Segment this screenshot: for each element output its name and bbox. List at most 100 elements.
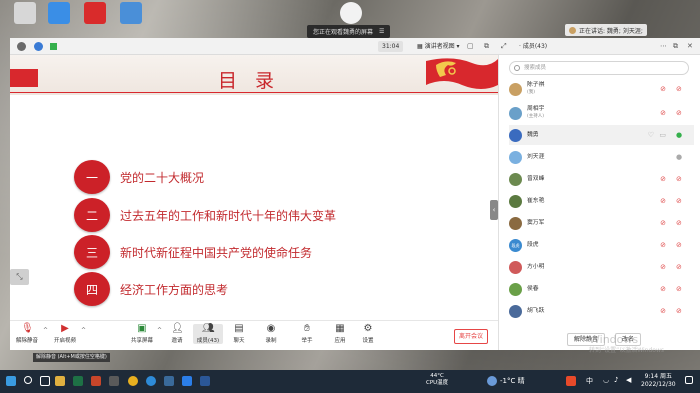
apps-button[interactable]: ▦ 应用 (325, 323, 355, 345)
sogou-icon[interactable] (566, 376, 576, 386)
camera-off-icon[interactable]: ⊘ (660, 109, 666, 117)
file-explorer-icon[interactable] (55, 376, 65, 386)
camera-off-icon[interactable]: ⊘ (660, 241, 666, 249)
unmute-button[interactable]: 🎙︎ 解除静音 (12, 324, 42, 345)
desktop-m-app-icon[interactable] (84, 2, 106, 24)
camera-off-icon[interactable]: ⊘ (660, 175, 666, 183)
camera-icon[interactable]: ▭ (659, 131, 666, 139)
member-row[interactable]: 魏勇 ♡ ▭ ● (509, 125, 694, 145)
mic-muted-icon[interactable]: ⊘ (676, 285, 682, 293)
agenda-text: 新时代新征程中国共产党的使命任务 (120, 245, 313, 260)
agenda-item: 三 新时代新征程中国共产党的使命任务 (74, 235, 312, 269)
apps-icon: ▦ (335, 323, 345, 334)
ime-indicator[interactable]: 中 (586, 376, 593, 386)
mic-on-icon[interactable]: ● (676, 131, 682, 139)
powerpoint-icon[interactable] (91, 376, 101, 386)
cpu-temperature: 44°C CPU温度 (426, 373, 448, 387)
share-screen-button[interactable]: ▣ 共享屏幕 (127, 324, 157, 345)
camera-off-icon[interactable]: ⊘ (660, 197, 666, 205)
camera-off-icon: ▶︎ (61, 323, 69, 334)
tencent-meeting-icon[interactable] (182, 376, 192, 386)
windows-taskbar: 44°C CPU温度 -1°C 晴 中 ◡ ♪ ◀ 9:14 周五 2022/12/… (0, 370, 700, 393)
desktop-feishu-icon[interactable] (48, 2, 70, 24)
apps-label: 应用 (334, 338, 346, 344)
member-name: 魏勇 (527, 131, 539, 138)
mic-muted-icon[interactable]: ⊘ (676, 307, 682, 315)
speaking-indicator: 正在讲话: 魏勇; 刘天涯; (565, 24, 647, 36)
meeting-topbar: 31:04 ▦ 演讲者视图 ▾ ▢ ⧉ ⤢ · 成员(43) ⋯ ⧉ ✕ (10, 38, 700, 55)
more-icon[interactable]: ⋯ (660, 42, 667, 51)
network-icon[interactable]: ◡ (603, 376, 609, 384)
member-row[interactable]: 胡飞跃 ⊘ ⊘ (509, 301, 694, 321)
mic-icon[interactable]: ● (676, 153, 682, 161)
mic-muted-icon[interactable]: ⊘ (676, 197, 682, 205)
task-view-icon[interactable] (40, 376, 50, 386)
chevron-up-icon[interactable]: ^ (81, 327, 86, 334)
camera-off-icon[interactable]: ⊘ (660, 263, 666, 271)
camera-off-icon[interactable]: ⊘ (660, 219, 666, 227)
record-label: 录制 (265, 338, 277, 344)
desktop-shortcut-icon[interactable]: ⤡ (10, 269, 29, 285)
chrome-icon[interactable] (128, 376, 138, 386)
search-icon[interactable] (24, 376, 32, 384)
member-row[interactable]: 刘天涯 ● (509, 147, 694, 167)
member-row[interactable]: 崔东艳 ⊘ ⊘ (509, 191, 694, 211)
member-row[interactable]: 陈子祺 (我) ⊘ ⊘ (509, 79, 694, 99)
close-panel-icon[interactable]: ✕ (687, 42, 693, 51)
member-name: 刘天涯 (527, 153, 545, 160)
record-button[interactable]: ◉ 录制 (256, 323, 286, 345)
mic-muted-icon[interactable]: ⊘ (676, 219, 682, 227)
desktop-qq-icon[interactable] (340, 2, 362, 24)
speaker-view-toggle[interactable]: ▦ 演讲者视图 ▾ (417, 41, 460, 52)
mic-muted-icon[interactable]: ⊘ (676, 109, 682, 117)
popout-icon[interactable]: ⧉ (673, 42, 678, 51)
mic-muted-icon[interactable]: ⊘ (676, 85, 682, 93)
chevron-up-icon[interactable]: ^ (43, 327, 48, 334)
word-icon[interactable] (200, 376, 210, 386)
desktop-app-icon[interactable] (14, 2, 36, 24)
app-icon[interactable] (109, 376, 119, 386)
shield-icon[interactable] (34, 42, 43, 51)
member-row[interactable]: 曾双峰 ⊘ ⊘ (509, 169, 694, 189)
member-search-input[interactable]: 搜索成员 (509, 61, 689, 75)
member-row[interactable]: 段虎 段虎 ⊘ ⊘ (509, 235, 694, 255)
record-icon: ◉ (266, 323, 276, 334)
edge-icon[interactable] (146, 376, 156, 386)
mic-muted-icon[interactable]: ⊘ (676, 241, 682, 249)
notification-icon[interactable] (685, 376, 693, 384)
mic-muted-icon[interactable]: ⊘ (676, 175, 682, 183)
start-video-button[interactable]: ▶︎ 开启视频 (50, 323, 80, 345)
agenda-item: 四 经济工作方面的思考 (74, 272, 228, 306)
member-avatar (509, 260, 522, 274)
fullscreen-icon[interactable]: ⤢ (501, 42, 507, 51)
windows-start-icon[interactable] (6, 376, 16, 386)
members-button[interactable]: 👥︎ 成员(43) (193, 324, 223, 344)
excel-icon[interactable] (73, 376, 83, 386)
camera-off-icon[interactable]: ⊘ (660, 285, 666, 293)
restore-icon[interactable]: ⧉ (484, 42, 489, 51)
volume-icon[interactable]: ♪ (614, 376, 618, 384)
agenda-item: 二 过去五年的工作和新时代十年的伟大变革 (74, 198, 336, 232)
member-row[interactable]: 方小明 ⊘ ⊘ (509, 257, 694, 277)
settings-button[interactable]: ⚙︎ 设置 (353, 324, 383, 345)
member-row[interactable]: 窦万军 ⊘ ⊘ (509, 213, 694, 233)
info-icon[interactable] (17, 42, 26, 51)
mic-muted-icon[interactable]: ⊘ (676, 263, 682, 271)
media-icon[interactable] (164, 376, 174, 386)
leave-meeting-button[interactable]: 离开会议 (454, 329, 489, 344)
chat-button[interactable]: ▤ 聊天 (224, 324, 254, 345)
collapse-panel-handle[interactable]: ‹ (490, 200, 498, 220)
screenshot-icon[interactable]: ▢ (467, 42, 474, 51)
taskbar-clock[interactable]: 9:14 周五 2022/12/30 (641, 373, 676, 389)
weather-text: -1°C 晴 (500, 377, 525, 385)
camera-off-icon[interactable]: ⊘ (660, 85, 666, 93)
member-row[interactable]: 周相宇 (主持人) ⊘ ⊘ (509, 103, 694, 123)
invite-button[interactable]: 👤︎ 邀请 (162, 324, 192, 345)
desktop-file-icon[interactable] (120, 2, 142, 24)
menu-icon[interactable]: ☰ (379, 28, 384, 35)
member-row[interactable]: 侯春 ⊘ ⊘ (509, 279, 694, 299)
speaker-icon[interactable]: ◀ (626, 376, 631, 384)
camera-off-icon[interactable]: ⊘ (660, 307, 666, 315)
raise-hand-button[interactable]: ✋︎ 举手 (292, 324, 322, 345)
view-mode-label: 演讲者视图 (424, 43, 455, 50)
